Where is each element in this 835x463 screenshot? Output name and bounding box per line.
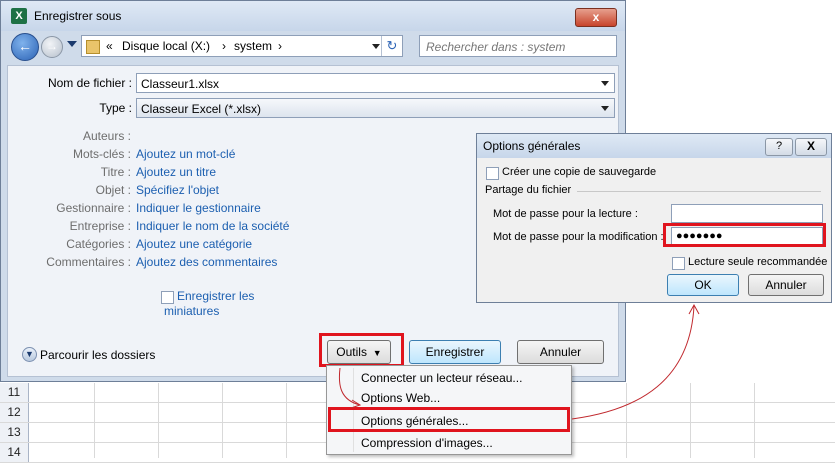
tools-to-menu-arrow bbox=[338, 367, 361, 406]
menu-to-dialog-arrow bbox=[571, 305, 695, 420]
annotation-arrows bbox=[338, 303, 700, 420]
